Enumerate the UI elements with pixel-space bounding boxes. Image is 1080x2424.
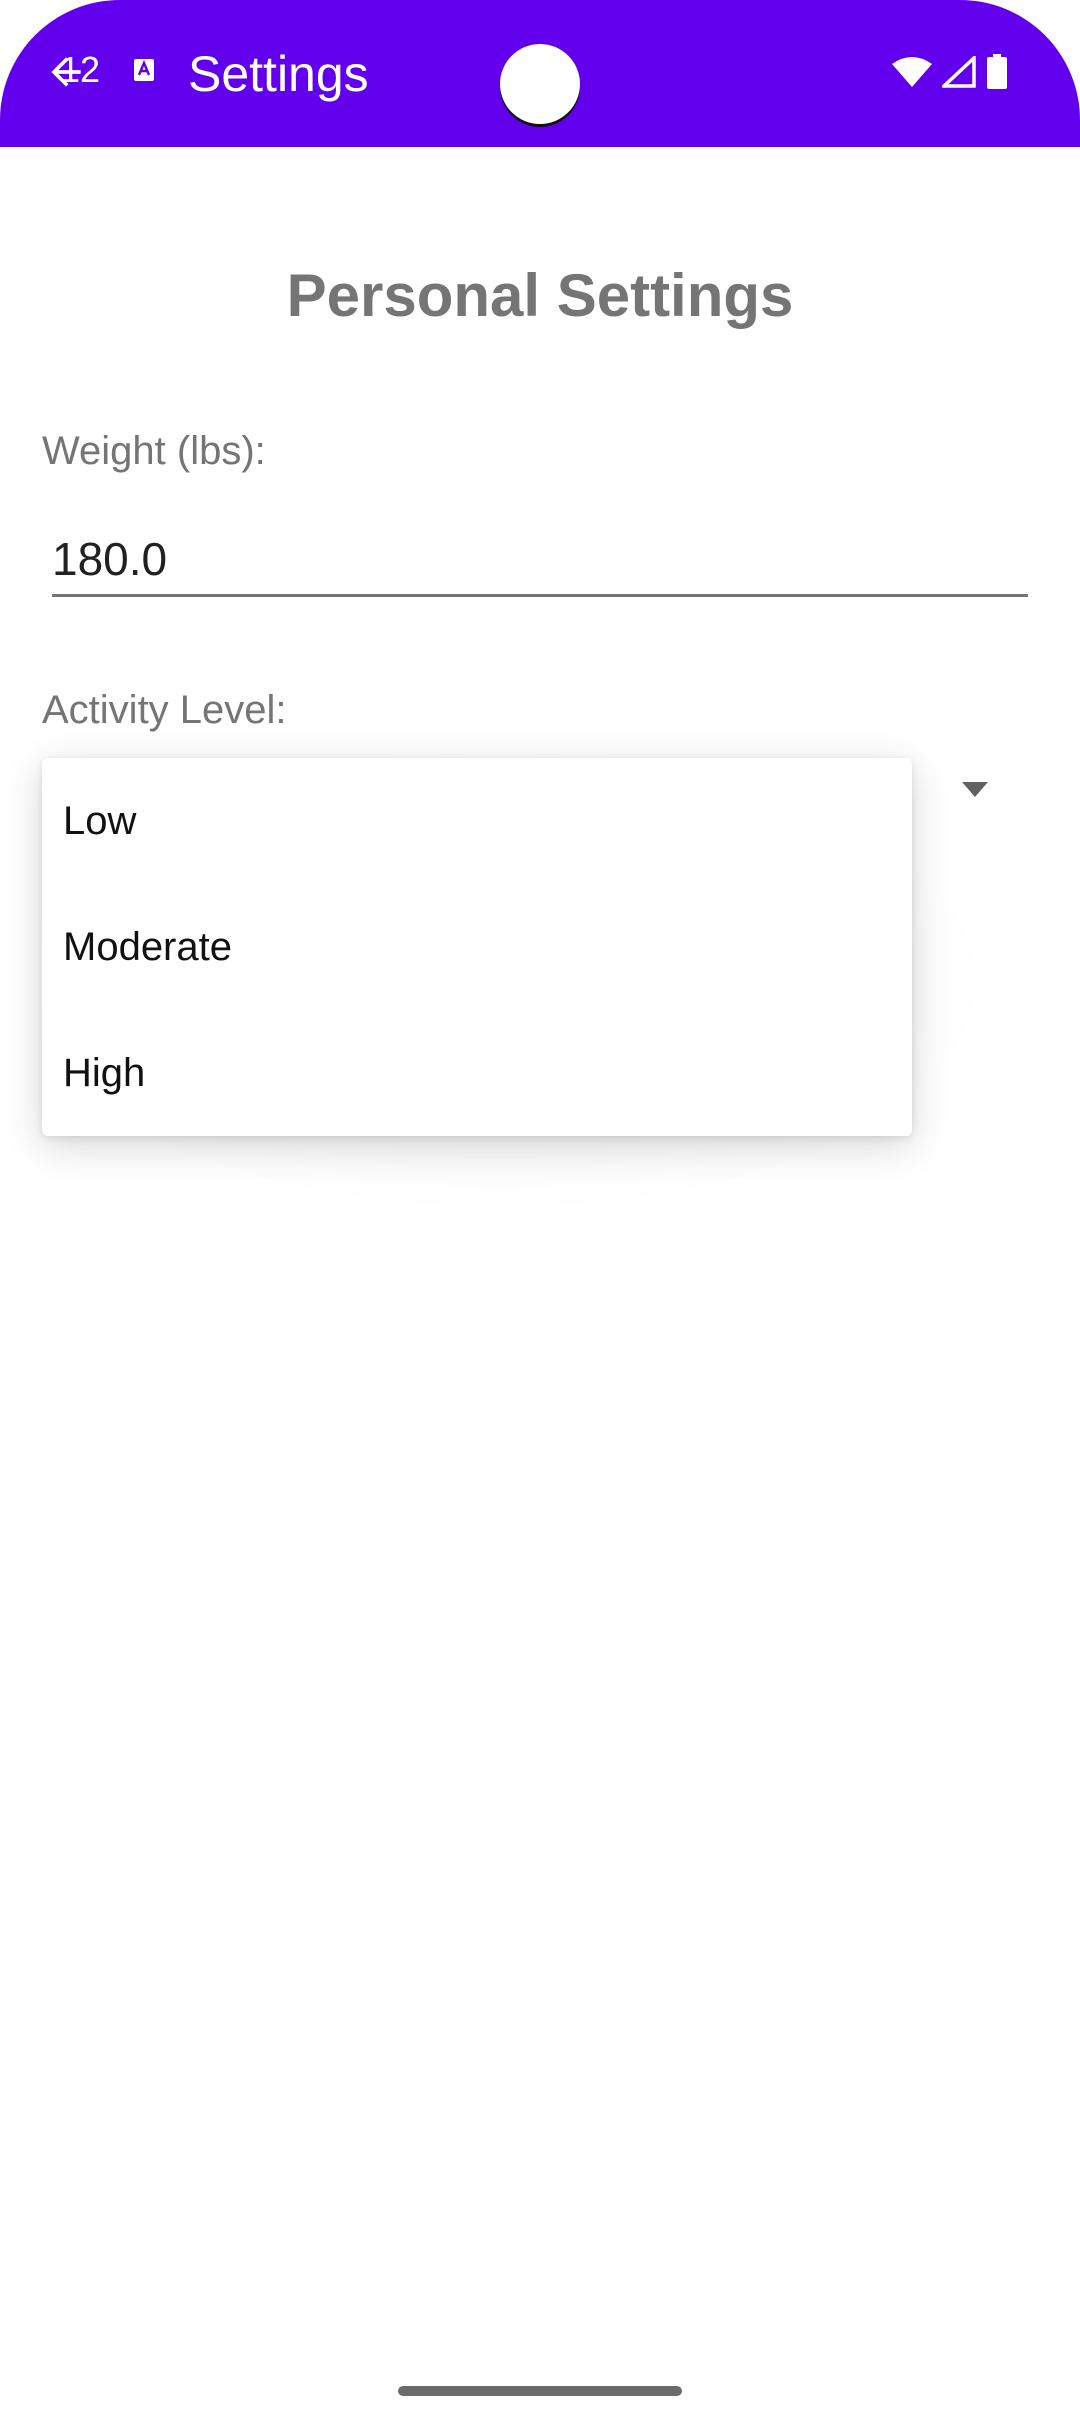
a-notification-icon [134, 59, 154, 81]
back-arrow-icon[interactable] [44, 50, 88, 94]
dropdown-option-low[interactable]: Low [42, 758, 912, 884]
activity-label: Activity Level: [42, 688, 287, 732]
weight-input[interactable] [52, 524, 1028, 594]
settings-screen: 12 Settings Personal Settings Weight (lb… [0, 0, 1080, 2424]
wifi-icon [892, 57, 932, 87]
status-icons [892, 52, 1008, 92]
camera-cutout [500, 44, 580, 124]
cellular-signal-icon [942, 56, 976, 88]
weight-label: Weight (lbs): [42, 429, 266, 473]
dropdown-option-moderate[interactable]: Moderate [42, 884, 912, 1010]
page-title: Personal Settings [286, 262, 794, 329]
app-title: Settings [188, 46, 369, 102]
weight-field[interactable] [52, 524, 1028, 597]
app-bar: 12 Settings [0, 0, 1080, 147]
battery-icon [987, 54, 1007, 89]
dropdown-option-high[interactable]: High [42, 1010, 912, 1136]
activity-dropdown-menu: Low Moderate High [42, 758, 912, 1136]
home-indicator[interactable] [398, 2386, 682, 2396]
